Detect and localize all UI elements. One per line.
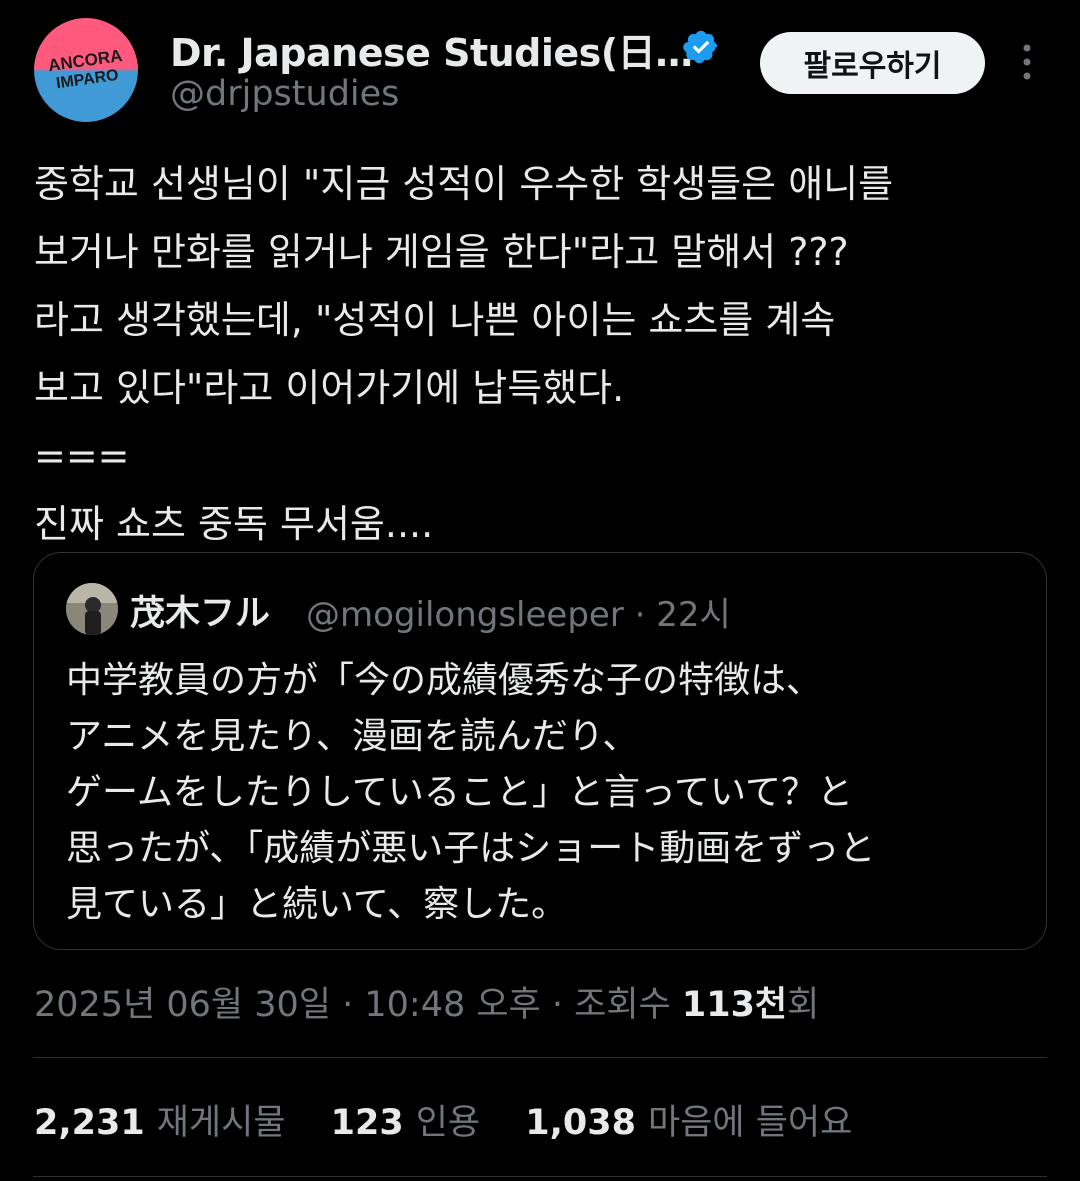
author-handle[interactable]: @drjpstudies — [170, 74, 399, 114]
verified-badge-icon — [683, 30, 718, 64]
views-suffix: 회 — [787, 985, 820, 1025]
more-vertical-icon[interactable] — [1012, 40, 1042, 84]
quote-line: 見ている」と続いて、察した。 — [66, 884, 568, 925]
tweet-line: 보거나 만화를 읽거나 게임을 한다"라고 말해서 ??? — [34, 230, 849, 274]
likes-stat[interactable]: 1,038 마음에 들어요 — [525, 1103, 852, 1143]
quote-line: 中学教員の方が「今の成績優秀な子の特徴は、 — [66, 660, 823, 701]
quoted-tweet-body: 中学教員の方が「今の成績優秀な子の特徴は、 アニメを見たり、漫画を読んだり、 ゲ… — [66, 653, 1026, 933]
tweet-timestamp[interactable]: 2025년 06월 30일 · 10:48 오후 · 조회수 113천회 — [34, 976, 819, 1027]
engagement-stats: 2,231 재게시물 123 인용 1,038 마음에 들어요 — [34, 1094, 886, 1145]
tweet-body: 중학교 선생님이 "지금 성적이 우수한 학생들은 애니를 보거나 만화를 읽거… — [34, 150, 1054, 558]
tweet-line: 진짜 쇼츠 중독 무서움.... — [34, 502, 434, 546]
tweet-line: === — [34, 434, 130, 478]
follow-button[interactable]: 팔로우하기 — [760, 32, 985, 94]
reposts-count: 2,231 — [34, 1103, 145, 1143]
quote-line: 思ったが、「成績が悪い子はショート動画をずっと — [66, 828, 876, 869]
divider — [33, 1176, 1047, 1177]
quotes-stat[interactable]: 123 인용 — [331, 1103, 480, 1143]
reposts-stat[interactable]: 2,231 재게시물 — [34, 1103, 286, 1143]
quotes-label: 인용 — [415, 1103, 481, 1143]
views-count: 113천 — [681, 985, 788, 1025]
reposts-label: 재게시물 — [156, 1103, 286, 1143]
likes-label: 마음에 들어요 — [648, 1103, 853, 1143]
quoted-avatar-photo — [66, 583, 118, 635]
quoted-tweet-card[interactable]: 茂木フル @mogilongsleeper · 22시 中学教員の方が「今の成績… — [33, 552, 1047, 950]
author-display-name[interactable]: Dr. Japanese Studies(日… — [170, 22, 693, 77]
tweet-line: 중학교 선생님이 "지금 성적이 우수한 학생들은 애니를 — [34, 162, 894, 206]
quoted-author-avatar[interactable] — [66, 583, 118, 635]
tweet-header: ANCORA IMPARO Dr. Japanese Studies(日… @d… — [0, 0, 1080, 130]
avatar-logo: ANCORA IMPARO — [47, 46, 124, 92]
quoted-author-handle-time[interactable]: @mogilongsleeper · 22시 — [306, 587, 731, 636]
tweet-line: 보고 있다"라고 이어가기에 납득했다. — [34, 366, 625, 410]
author-avatar[interactable]: ANCORA IMPARO — [34, 18, 138, 122]
divider — [33, 1057, 1047, 1058]
likes-count: 1,038 — [525, 1103, 636, 1143]
quote-line: ゲームをしたりしていること」と言っていて？と — [66, 772, 853, 813]
quoted-author-name[interactable]: 茂木フル — [130, 585, 270, 636]
timestamp-text: 2025년 06월 30일 · 10:48 오후 · 조회수 — [34, 985, 682, 1025]
quotes-count: 123 — [330, 1103, 404, 1143]
quote-line: アニメを見たり、漫画を読んだり、 — [66, 716, 639, 757]
tweet-line: 라고 생각했는데, "성적이 나쁜 아이는 쇼츠를 계속 — [34, 298, 836, 342]
